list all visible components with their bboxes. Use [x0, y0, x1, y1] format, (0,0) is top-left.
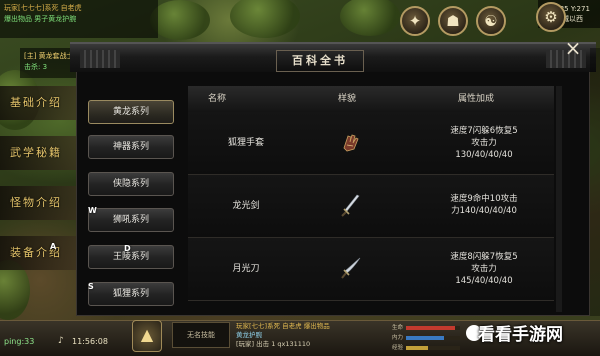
attribute-line: 速度9命中10攻击	[450, 194, 518, 204]
category-button-wangling[interactable]: 王陵系列	[88, 245, 174, 269]
attribute-line: 攻击力	[471, 264, 497, 274]
side-tab-monsters[interactable]: 怪物介绍	[0, 186, 78, 220]
table-row[interactable]: 月光刀 速度8闪躲7恢复5 攻击力 145/40/40/40	[188, 238, 554, 301]
category-button-huli[interactable]: 狐狸系列	[88, 282, 174, 306]
key-hint-a: A	[50, 242, 57, 251]
hp-bar-row: 生命	[392, 324, 462, 332]
column-header-attributes: 属性加成	[458, 94, 495, 104]
side-tab-basics[interactable]: 基础介绍	[0, 86, 78, 120]
chat-line: 黄龙护腕	[236, 331, 262, 339]
hp-bar-fill	[406, 326, 455, 330]
exp-bar-fill	[406, 346, 428, 350]
item-attributes: 速度9命中10攻击 力140/40/40/40	[424, 193, 544, 217]
table-scrollbar[interactable]	[556, 86, 562, 312]
side-tab-label: 怪物介绍	[10, 196, 62, 209]
category-button-shenqi[interactable]: 神器系列	[88, 135, 174, 159]
tree-foliage	[150, 0, 210, 40]
category-button-huanglong[interactable]: 黄龙系列	[88, 100, 174, 124]
category-button-xiayin[interactable]: 侠隐系列	[88, 172, 174, 196]
watermark-text: 看看手游网	[478, 325, 563, 345]
hud-menu-button[interactable]: ⚙	[536, 2, 566, 32]
table-row[interactable]: 龙光剑 速度9命中10攻击 力140/40/40/40	[188, 175, 554, 238]
side-tab-martial-arts[interactable]: 武学秘籍	[0, 136, 78, 170]
hud-team-button[interactable]: ☯	[476, 6, 506, 36]
attribute-line: 速度7闪躲6恢复5	[450, 126, 518, 136]
hud-skill-button[interactable]: ✦	[400, 6, 430, 36]
close-button[interactable]: ×	[562, 38, 584, 60]
chat-line: 玩家[七七]系死 自老虎 爆出物品	[236, 322, 330, 330]
speaker-icon[interactable]: ♪	[58, 336, 68, 346]
item-name: 龙光剑	[232, 201, 260, 211]
bar-label: 内力	[392, 335, 404, 341]
status-bars: 生命 内力 经验	[392, 324, 462, 354]
panel-title: 百科全书	[276, 50, 364, 72]
table-header: 名称 样貌 属性加成	[188, 86, 554, 113]
blade-icon	[341, 257, 361, 279]
item-name: 月光刀	[232, 264, 260, 274]
clock: 11:56:08	[72, 337, 108, 346]
key-hint-w: W	[88, 206, 97, 215]
chat-line: 爆出物品 男子黄龙护腕	[4, 15, 77, 23]
expand-up-button[interactable]: ▲	[132, 320, 162, 352]
attribute-line: 力140/40/40/40	[451, 206, 517, 216]
sword-icon	[341, 194, 360, 217]
bar-label: 经验	[392, 345, 404, 351]
mp-bar-fill	[406, 336, 444, 340]
bar-label: 生命	[392, 325, 404, 331]
item-attributes: 速度7闪躲6恢复5 攻击力 130/40/40/40	[424, 125, 544, 161]
side-tab-equipment[interactable]: 装备介绍	[0, 236, 78, 270]
attribute-line: 攻击力	[471, 138, 497, 148]
right-hud-strip	[590, 48, 600, 316]
key-hint-d: D	[124, 244, 131, 253]
tree-foliage	[230, 0, 300, 38]
chat-line: [玩家] 出击 1 qx131110	[236, 340, 311, 348]
item-name: 狐狸手套	[227, 138, 264, 148]
attribute-line: 130/40/40/40	[455, 150, 513, 160]
column-header-appearance: 样貌	[338, 94, 357, 104]
attribute-line: 速度8闪躲7恢复5	[450, 252, 518, 262]
chat-line: 玩家[七七七]系死 自老虎	[4, 4, 82, 12]
category-button-shihou[interactable]: 狮吼系列	[88, 208, 174, 232]
column-header-name: 名称	[208, 94, 227, 104]
key-hint-s: S	[88, 282, 94, 291]
attribute-line: 145/40/40/40	[455, 276, 513, 286]
table-row[interactable]: 狐狸手套 速度7闪躲6恢复5 攻击力 130/40/40/40	[188, 112, 554, 175]
exp-bar-row: 经验	[392, 344, 462, 352]
mp-bar-row: 内力	[392, 334, 462, 342]
glove-icon	[343, 134, 359, 152]
ping-indicator: ping:33	[4, 337, 35, 346]
skill-slot[interactable]: 无名技能	[172, 322, 230, 348]
side-tab-label: 基础介绍	[10, 96, 62, 109]
item-table: 名称 样貌 属性加成 狐狸手套 速度7闪躲6恢复5 攻击力 130/40/40/…	[188, 86, 554, 312]
item-attributes: 速度8闪躲7恢复5 攻击力 145/40/40/40	[424, 251, 544, 287]
tree-foliage	[340, 0, 400, 36]
system-chat-panel: 玩家[七七七]系死 自老虎 爆出物品 男子黄龙护腕	[0, 0, 158, 38]
hud-bag-button[interactable]: ☗	[438, 6, 468, 36]
bottom-chat-panel: 玩家[七七]系死 自老虎 爆出物品 黄龙护腕 [玩家] 出击 1 qx13111…	[236, 322, 378, 352]
side-tab-label: 武学秘籍	[10, 146, 62, 159]
